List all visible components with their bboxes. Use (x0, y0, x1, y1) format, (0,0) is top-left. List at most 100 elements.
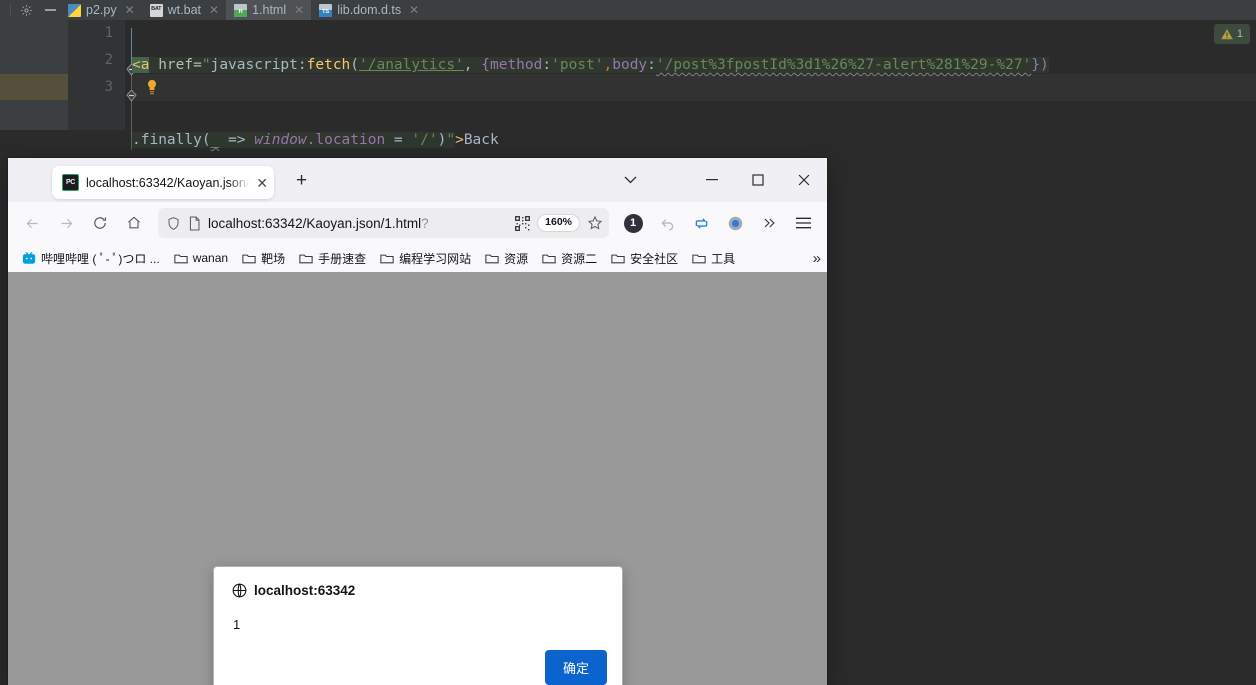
ide-tab-label: 1.html (252, 3, 287, 17)
ide-tab-label: p2.py (86, 3, 117, 17)
notification-badge[interactable]: 1 (617, 207, 649, 239)
browser-tab-title: localhost:63342/Kaoyan.json/ (86, 175, 250, 190)
ide-tab-p2py[interactable]: p2.py ✕ (60, 0, 142, 20)
inspection-widget[interactable]: 1 (1213, 24, 1250, 44)
gear-icon[interactable] (17, 1, 35, 19)
code-token-finally: .finally (132, 132, 202, 148)
browser-navigation-bar: localhost:63342/Kaoyan.json/1.html? 160% (8, 202, 827, 244)
record-circle-icon[interactable] (719, 207, 751, 239)
reload-icon[interactable] (84, 207, 116, 239)
python-file-icon (68, 3, 81, 17)
inspection-count: 1 (1236, 28, 1243, 40)
maximize-icon[interactable] (735, 158, 781, 202)
code-token-key-method: method (489, 57, 543, 73)
bookmark-item[interactable]: 工具 (686, 247, 741, 270)
line-number-gutter: 1 2 3 (68, 20, 125, 130)
bookmark-label: 哔哩哔哩 ( ﾟ- ﾟ)つロ ... (41, 251, 160, 266)
code-token-colon: : (647, 57, 656, 73)
line-number: 1 (104, 25, 113, 41)
code-token-url: '/analytics' (359, 57, 464, 73)
bookmark-item[interactable]: 安全社区 (605, 247, 684, 270)
folder-icon (611, 254, 625, 264)
undo-arrow-icon[interactable] (651, 207, 683, 239)
bookmarks-overflow-icon[interactable]: » (813, 250, 821, 267)
warning-triangle-icon (1220, 28, 1233, 39)
globe-icon (232, 583, 247, 598)
star-icon[interactable] (587, 215, 603, 231)
address-bar[interactable]: localhost:63342/Kaoyan.json/1.html? 160% (158, 208, 609, 238)
code-token-arrow: => (219, 132, 255, 148)
toolbar-divider (10, 3, 11, 17)
bookmark-item[interactable]: 手册速查 (293, 247, 372, 270)
bat-file-icon: BAT (149, 3, 163, 17)
bookmark-item[interactable]: 资源二 (536, 247, 603, 270)
browser-window: PC localhost:63342/Kaoyan.json/ ✕ + loca… (8, 158, 827, 685)
code-token-window: window (254, 132, 307, 148)
code-editor[interactable]: <a href="javascript:fetch('/analytics', … (132, 20, 1256, 223)
sync-swap-icon[interactable] (685, 207, 717, 239)
code-token-paren: ( (350, 57, 360, 73)
bookmark-item[interactable]: 哔哩哔哩 ( ﾟ- ﾟ)つロ ... (16, 247, 166, 270)
bookmark-item[interactable]: 资源 (479, 247, 534, 270)
ide-tab-wtbat[interactable]: BAT wt.bat ✕ (141, 0, 227, 20)
window-controls (607, 158, 827, 202)
dialog-message: 1 (233, 617, 241, 632)
bookmark-item[interactable]: 靶场 (236, 247, 291, 270)
dialog-footer: 确定 (544, 650, 607, 685)
code-token-comma: , (463, 57, 482, 73)
bookmark-label: 工具 (711, 251, 736, 266)
chevron-double-right-icon[interactable] (753, 207, 785, 239)
html-badge: H (234, 9, 248, 17)
code-token-quote: " (201, 57, 211, 73)
shield-icon[interactable] (166, 216, 181, 231)
hamburger-menu-icon[interactable] (787, 207, 819, 239)
line-number: 3 (104, 79, 113, 95)
list-all-tabs-icon[interactable] (607, 158, 653, 202)
notification-count: 1 (623, 213, 643, 233)
zoom-level-indicator[interactable]: 160% (537, 214, 580, 232)
code-token-gt: > (455, 132, 464, 148)
dialog-ok-button[interactable]: 确定 (544, 650, 607, 685)
close-icon[interactable]: ✕ (125, 3, 135, 17)
code-token-body-payload: '/post%3fpostId%3d1%26%27-alert%281%29-%… (655, 57, 1032, 73)
code-token-text-back: Back (463, 132, 499, 148)
close-icon[interactable] (781, 158, 827, 202)
close-icon[interactable]: ✕ (294, 3, 304, 17)
code-token-underscore: _ (210, 132, 220, 148)
browser-tab[interactable]: PC localhost:63342/Kaoyan.json/ ✕ (52, 166, 274, 199)
url-suffix: ? (421, 215, 429, 231)
back-arrow-icon[interactable] (16, 207, 48, 239)
forward-arrow-icon[interactable] (50, 207, 82, 239)
minimize-icon[interactable] (689, 158, 735, 202)
page-doc-icon[interactable] (188, 215, 201, 231)
close-icon[interactable]: ✕ (409, 3, 419, 17)
new-tab-button[interactable]: + (296, 171, 307, 190)
home-icon[interactable] (118, 207, 150, 239)
bookmark-label: 安全社区 (630, 251, 679, 266)
ide-tab-1html[interactable]: H 1.html ✕ (226, 0, 312, 20)
pc-favicon: PC (62, 174, 79, 191)
code-token-attr: href= (149, 57, 202, 73)
folder-icon (380, 254, 394, 264)
code-token-colon: : (542, 57, 552, 73)
bookmark-item[interactable]: wanan (168, 248, 234, 268)
dialog-header: localhost:63342 (214, 567, 622, 598)
ide-tab-libdomdts[interactable]: TS lib.dom.d.ts ✕ (311, 0, 427, 20)
bookmark-label: 资源 (504, 251, 529, 266)
minimize-icon[interactable] (41, 1, 59, 19)
code-token-value-post: 'post' (551, 57, 604, 73)
code-token-scheme: javascript: (210, 57, 307, 73)
code-token-brace: { (481, 57, 490, 73)
bilibili-icon (22, 251, 36, 264)
gutter-highlight (0, 74, 68, 100)
qr-code-icon[interactable] (515, 215, 531, 231)
address-bar-url[interactable]: localhost:63342/Kaoyan.json/1.html? (208, 216, 508, 231)
ide-tab-label: lib.dom.d.ts (337, 3, 402, 17)
code-token-fetch: fetch (306, 57, 351, 73)
tab-close-icon[interactable]: ✕ (256, 176, 268, 190)
code-line-1: <a href="javascript:fetch('/analytics', … (132, 52, 1256, 79)
code-token-slash: '/' (411, 132, 438, 148)
folder-icon (174, 254, 188, 264)
bookmark-item[interactable]: 编程学习网站 (374, 247, 477, 270)
close-icon[interactable]: ✕ (209, 3, 219, 17)
